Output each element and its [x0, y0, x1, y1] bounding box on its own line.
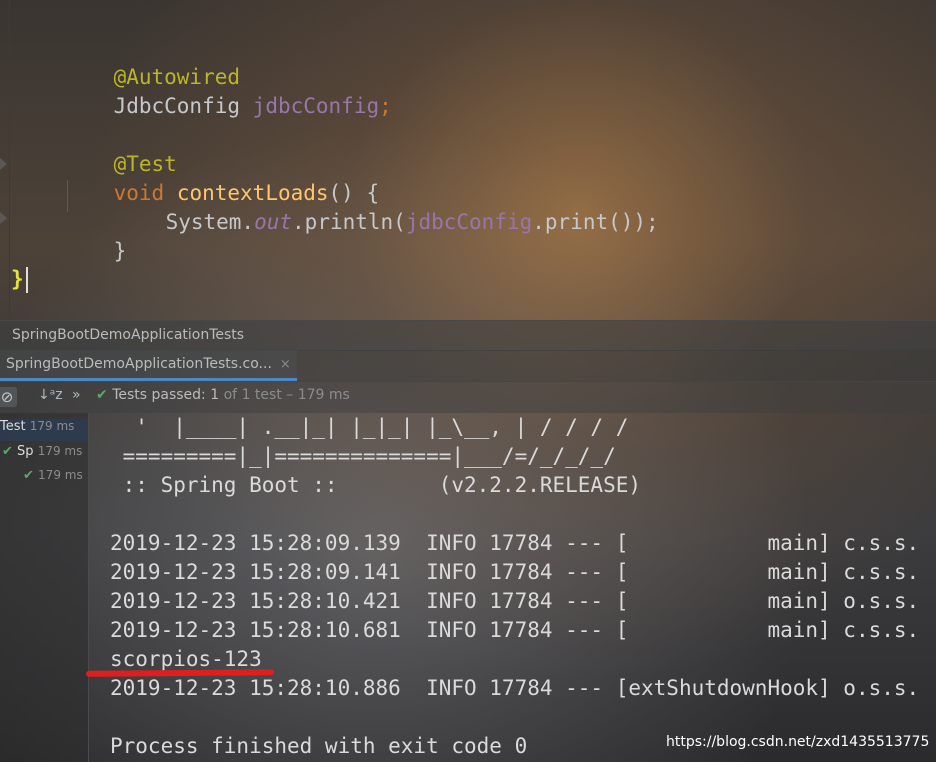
run-tab-label: SpringBootDemoApplicationTests.co... [6, 356, 272, 372]
field-ref: jdbcConfig [405, 210, 533, 234]
status-of: of [223, 387, 238, 403]
check-icon: ✔ [96, 387, 108, 403]
tree-item-method[interactable]: ✔ 179 ms [23, 468, 83, 483]
status-passed-count: 1 [210, 387, 220, 403]
tree-item-time: 179 ms [29, 419, 75, 433]
status-time: – 179 ms [286, 387, 350, 403]
status-prefix: Tests passed: [112, 387, 206, 403]
test-toolbar: ⊘ ↓ᵃz » ✔ Tests passed: 1 of 1 test – 17… [0, 381, 936, 413]
run-panel-title-bar: SpringBootDemoApplicationTests [0, 320, 936, 351]
tree-item-label: Test [0, 419, 26, 434]
watermark: https://blog.csdn.net/zxd1435513775 [666, 734, 930, 750]
tree-item-time: 179 ms [38, 468, 83, 482]
status-total: 1 test [241, 387, 282, 403]
system-class: System. [165, 210, 255, 234]
sort-alphabetically-icon[interactable]: ↓ᵃz [38, 387, 63, 403]
print-call: .print()); [532, 210, 659, 234]
type-name: JdbcConfig [113, 94, 241, 118]
console-banner-line: :: Spring Boot :: (v2.2.2.RELEASE) [110, 473, 642, 497]
tree-item-root[interactable]: Test 179 ms [0, 419, 88, 441]
tree-item-class[interactable]: ✔ Sp 179 ms [2, 444, 82, 459]
console-banner-line: =========|_|==============|___/=/_/_/_/ [110, 444, 616, 468]
stop-icon[interactable]: ⊘ [0, 387, 17, 407]
closing-brace: } [113, 239, 127, 263]
console-log-line: 2019-12-23 15:28:10.886 INFO 17784 --- [… [110, 676, 920, 700]
code-editor[interactable]: @Autowired JdbcConfig jdbcConfig; @Test … [0, 0, 936, 318]
console-log-line: 2019-12-23 15:28:10.421 INFO 17784 --- [… [110, 589, 920, 613]
semicolon: ; [379, 94, 392, 118]
close-icon[interactable]: × [280, 357, 291, 372]
code-line-6: System.out.println(jdbcConfig.print()); [115, 179, 659, 266]
fold-marker-icon[interactable] [0, 158, 7, 170]
check-icon: ✔ [23, 468, 34, 483]
println-call: .println( [292, 210, 406, 234]
console-exit-line: Process finished with exit code 0 [110, 734, 528, 758]
console-log-line: 2019-12-23 15:28:09.141 INFO 17784 --- [… [110, 560, 920, 584]
test-tree: Test 179 ms ✔ Sp 179 ms ✔ 179 ms [0, 413, 89, 762]
run-tab-bar: SpringBootDemoApplicationTests.co... × [0, 350, 936, 382]
code-line-7: } [63, 208, 127, 295]
console-banner-line: ' |____| .__|_| |_|_| |_\__, | / / / / [110, 415, 629, 439]
test-status: ✔ Tests passed: 1 of 1 test – 179 ms [96, 387, 350, 403]
console-log-line: 2019-12-23 15:28:10.681 INFO 17784 --- [… [110, 618, 920, 642]
tree-item-time: 179 ms [37, 444, 83, 458]
console-log-line: 2019-12-23 15:28:09.139 INFO 17784 --- [… [110, 531, 920, 555]
check-icon: ✔ [2, 444, 13, 459]
more-actions-icon[interactable]: » [72, 387, 81, 403]
out-field: out [254, 210, 293, 234]
class-closing-brace: } [11, 265, 28, 294]
run-panel-title: SpringBootDemoApplicationTests [12, 327, 245, 343]
run-tab[interactable]: SpringBootDemoApplicationTests.co... × [0, 350, 297, 381]
tree-item-label: Sp [17, 444, 34, 459]
fold-marker-icon[interactable] [0, 212, 7, 224]
field-name: jdbcConfig [252, 94, 380, 118]
